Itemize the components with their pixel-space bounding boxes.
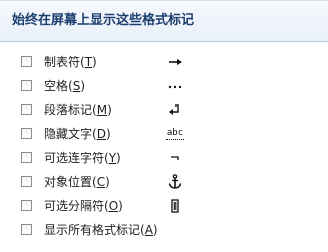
option-tab-characters[interactable]: 制表符(T) [0,50,328,74]
hidden-text-icon: abc [166,125,184,140]
option-show-all-formatting-marks[interactable]: 显示所有格式标记(A) [0,218,328,242]
paragraph-mark-icon [166,101,184,119]
formatting-marks-panel: 始终在屏幕上显示这些格式标记 制表符(T) 空格(S) 段落标记(M) 隐藏文字… [0,0,328,252]
object-anchors-label: 对象位置(C) [44,175,110,189]
optional-breaks-label: 可选分隔符(O) [44,199,123,213]
option-hidden-text[interactable]: 隐藏文字(D) abc [0,122,328,146]
optional-break-icon [166,197,184,215]
option-spaces[interactable]: 空格(S) [0,74,328,98]
hidden-text-checkbox[interactable] [21,128,32,139]
option-object-anchors[interactable]: 对象位置(C) [0,170,328,194]
optional-hyphens-label: 可选连字符(Y) [44,151,121,165]
spaces-checkbox[interactable] [21,80,32,91]
option-paragraph-marks[interactable]: 段落标记(M) [0,98,328,122]
space-dots-icon [166,77,184,95]
show-all-formatting-marks-label: 显示所有格式标记(A) [44,223,158,237]
paragraph-marks-checkbox[interactable] [21,104,32,115]
spaces-label: 空格(S) [44,79,86,93]
tab-arrow-icon [166,53,184,71]
optional-hyphens-checkbox[interactable] [21,152,32,163]
object-anchors-checkbox[interactable] [21,176,32,187]
optional-breaks-checkbox[interactable] [21,200,32,211]
tab-characters-label: 制表符(T) [44,55,97,69]
option-optional-hyphens[interactable]: 可选连字符(Y) [0,146,328,170]
section-header: 始终在屏幕上显示这些格式标记 [0,0,328,42]
tab-characters-checkbox[interactable] [21,56,32,67]
option-optional-breaks[interactable]: 可选分隔符(O) [0,194,328,218]
hidden-text-label: 隐藏文字(D) [44,127,111,141]
show-all-formatting-marks-checkbox[interactable] [21,224,32,235]
anchor-icon [166,173,184,191]
optional-hyphen-icon [166,149,184,167]
section-title: 始终在屏幕上显示这些格式标记 [12,13,195,28]
paragraph-marks-label: 段落标记(M) [44,103,112,117]
